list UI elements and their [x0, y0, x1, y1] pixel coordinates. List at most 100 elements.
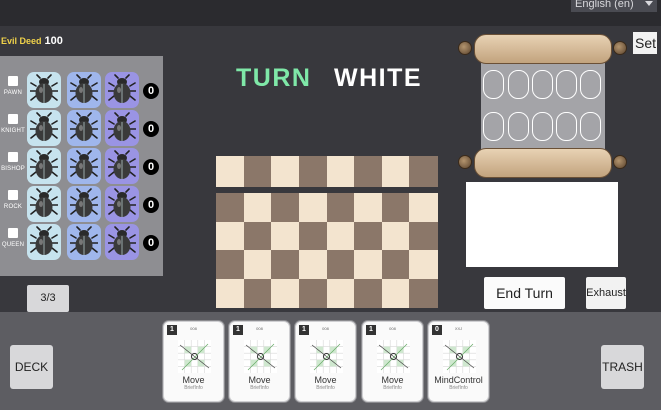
board-square[interactable] — [409, 278, 438, 308]
piece-label: PAWN — [3, 90, 23, 96]
piece-slot[interactable] — [105, 148, 139, 184]
board-square[interactable] — [243, 156, 272, 187]
piece-slot[interactable] — [67, 186, 101, 222]
board-square[interactable] — [354, 250, 383, 279]
board-square[interactable] — [381, 250, 410, 279]
board-square[interactable] — [216, 221, 245, 251]
board-square[interactable] — [381, 193, 410, 222]
card-code: XXJ — [454, 326, 463, 331]
board-square[interactable] — [354, 278, 383, 308]
deck-button[interactable]: DECK — [10, 345, 53, 389]
board-square[interactable] — [326, 278, 355, 308]
board-square[interactable] — [326, 250, 355, 279]
hand-card[interactable]: 1 008 Move BriefInfo — [163, 321, 224, 402]
card-name: Move — [381, 375, 404, 385]
board-square[interactable] — [298, 193, 327, 222]
turn-player: WHITE — [334, 64, 423, 92]
board-square[interactable] — [243, 250, 272, 279]
board-square[interactable] — [409, 156, 438, 187]
board-square[interactable] — [298, 221, 327, 251]
board-square[interactable] — [298, 156, 327, 187]
piece-checkbox[interactable] — [8, 228, 18, 238]
hand-card[interactable]: 1 008 Move BriefInfo — [295, 321, 356, 402]
board-square[interactable] — [326, 221, 355, 251]
piece-slot[interactable] — [67, 72, 101, 108]
board-square[interactable] — [271, 250, 300, 279]
board-square[interactable] — [354, 193, 383, 222]
hand-card[interactable]: 1 008 Move BriefInfo — [362, 321, 423, 402]
piece-slot[interactable] — [105, 110, 139, 146]
trash-button[interactable]: TRASH — [601, 345, 644, 389]
piece-slot[interactable] — [67, 224, 101, 260]
piece-slot[interactable] — [105, 186, 139, 222]
board-square[interactable] — [409, 250, 438, 279]
chess-board[interactable] — [216, 193, 438, 308]
card-art-icon — [443, 340, 476, 373]
hand-card[interactable]: 1 008 Move BriefInfo — [229, 321, 290, 402]
end-turn-button[interactable]: End Turn — [484, 277, 565, 309]
board-square[interactable] — [409, 193, 438, 222]
piece-checkbox[interactable] — [8, 152, 18, 162]
turn-label: TURN — [236, 64, 312, 92]
scroll-slot[interactable] — [532, 70, 553, 99]
board-square[interactable] — [271, 221, 300, 251]
piece-slot[interactable] — [27, 224, 61, 260]
piece-label: QUEEN — [1, 242, 25, 248]
board-square[interactable] — [354, 221, 383, 251]
language-dropdown[interactable]: English (en) — [571, 0, 657, 12]
page-indicator-button[interactable]: 3/3 — [27, 285, 69, 312]
board-square[interactable] — [381, 278, 410, 308]
card-brief-info: BriefInfo — [250, 385, 269, 391]
piece-slot[interactable] — [105, 224, 139, 260]
piece-checkbox[interactable] — [8, 114, 18, 124]
piece-count: 0 — [143, 159, 159, 175]
piece-slot[interactable] — [105, 72, 139, 108]
board-square[interactable] — [409, 221, 438, 251]
board-square[interactable] — [271, 156, 300, 187]
board-square[interactable] — [271, 193, 300, 222]
board-square[interactable] — [298, 278, 327, 308]
card-name: MindControl — [434, 375, 483, 385]
board-square[interactable] — [354, 156, 383, 187]
piece-checkbox[interactable] — [8, 76, 18, 86]
scroll-slot[interactable] — [580, 112, 601, 141]
piece-slot[interactable] — [27, 186, 61, 222]
piece-slot[interactable] — [67, 110, 101, 146]
piece-checkbox[interactable] — [8, 190, 18, 200]
exhaust-button[interactable]: Exhaust — [586, 277, 626, 309]
scroll-slot[interactable] — [508, 112, 529, 141]
board-square[interactable] — [326, 193, 355, 222]
board-square[interactable] — [216, 156, 245, 187]
scroll-slot[interactable] — [483, 70, 504, 99]
board-square[interactable] — [326, 156, 355, 187]
board-square[interactable] — [271, 278, 300, 308]
piece-count: 0 — [143, 83, 159, 99]
hand-card[interactable]: 0 XXJ MindControl BriefInfo — [428, 321, 489, 402]
piece-label: ROCK — [3, 204, 23, 210]
scroll-slot[interactable] — [556, 112, 577, 141]
board-square[interactable] — [243, 193, 272, 222]
piece-slot[interactable] — [27, 110, 61, 146]
scroll-slot[interactable] — [556, 70, 577, 99]
board-square[interactable] — [298, 250, 327, 279]
piece-slot[interactable] — [27, 148, 61, 184]
board-square[interactable] — [381, 221, 410, 251]
piece-slot[interactable] — [67, 148, 101, 184]
scroll-slot[interactable] — [508, 70, 529, 99]
scroll-slot[interactable] — [483, 112, 504, 141]
board-square[interactable] — [243, 278, 272, 308]
set-button[interactable]: Set — [633, 32, 657, 54]
piece-count: 0 — [143, 235, 159, 251]
scroll-slot[interactable] — [532, 112, 553, 141]
piece-slot[interactable] — [27, 72, 61, 108]
board-square[interactable] — [216, 278, 245, 308]
scroll-slot[interactable] — [580, 70, 601, 99]
scroll-knob-icon — [458, 41, 472, 55]
piece-row-rock: ROCK 0 — [0, 186, 163, 222]
board-square[interactable] — [216, 193, 245, 222]
board-square[interactable] — [381, 156, 410, 187]
board-square[interactable] — [216, 250, 245, 279]
piece-count: 0 — [143, 121, 159, 137]
board-square[interactable] — [243, 221, 272, 251]
card-name: Move — [182, 375, 205, 385]
